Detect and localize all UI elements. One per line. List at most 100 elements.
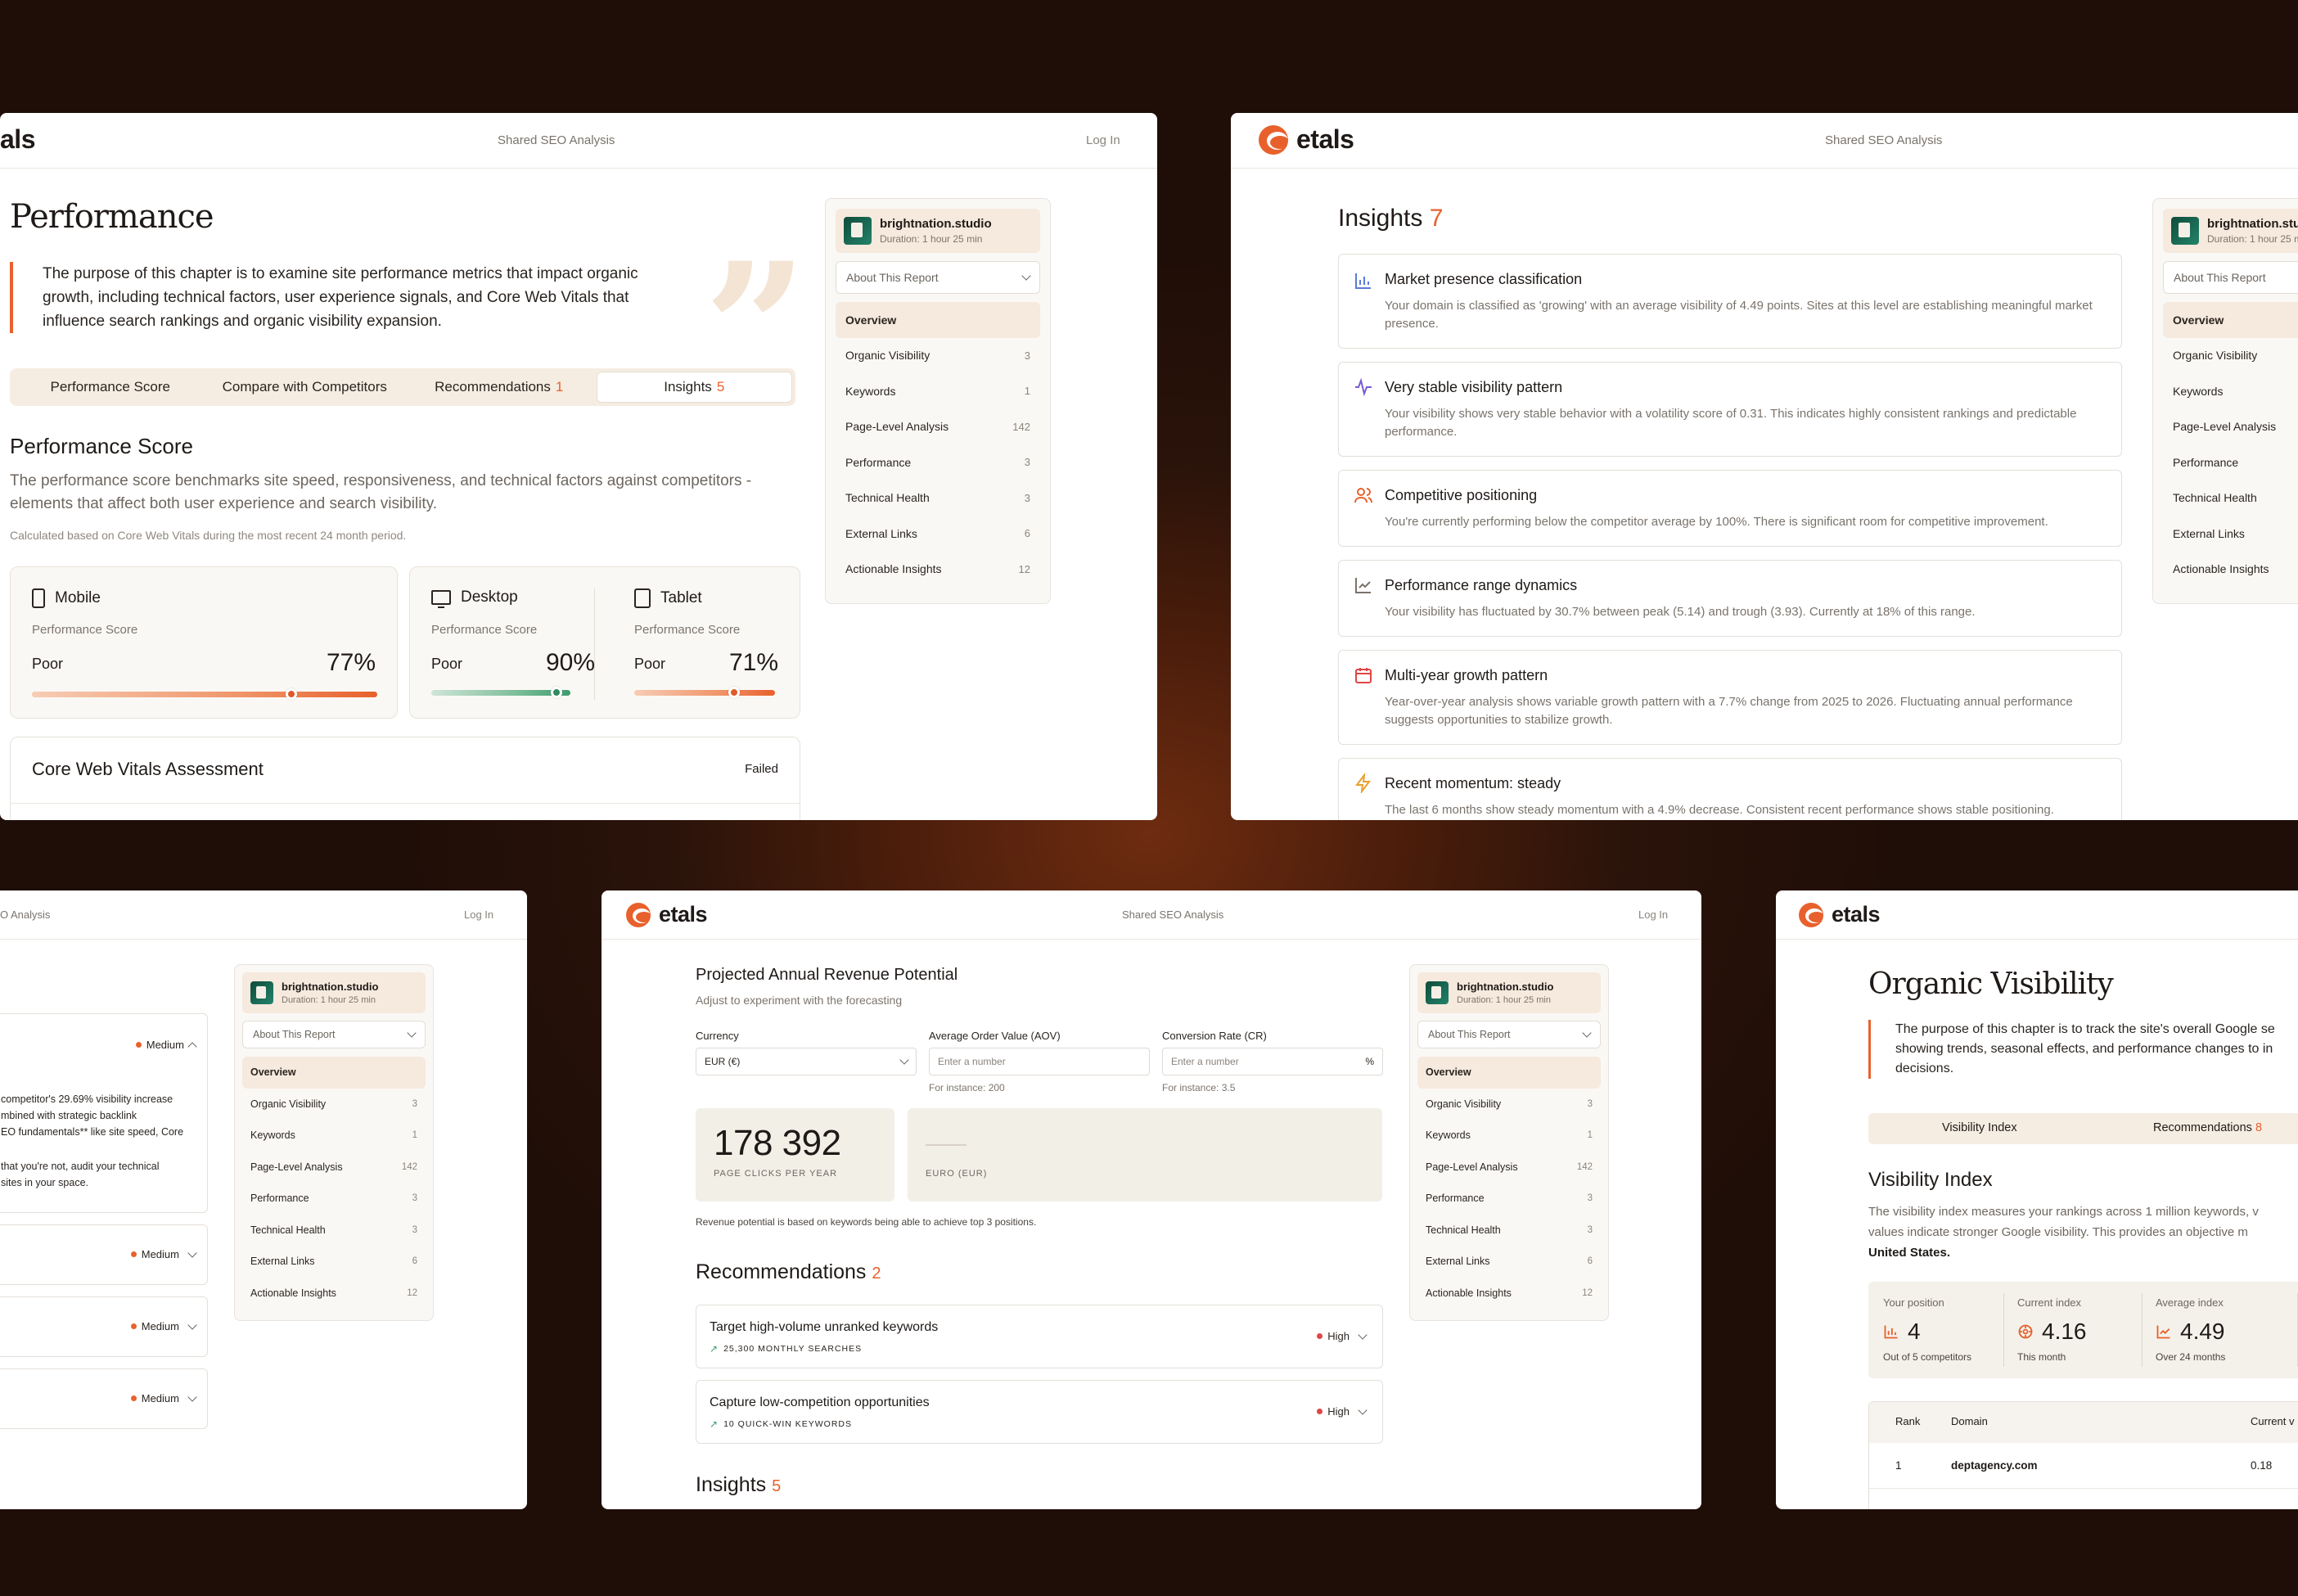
device-rating: Poor	[431, 656, 463, 672]
nav-item-technical-health[interactable]: Technical Health 3	[242, 1215, 426, 1247]
nav-item-actionable-insights[interactable]: Actionable Insights 12	[1417, 1278, 1601, 1310]
cwv-divider	[11, 803, 800, 804]
nav-item-performance[interactable]: Performance 3	[836, 444, 1040, 480]
nav-item-technical-health[interactable]: Technical Health	[2163, 480, 2298, 516]
insight-card[interactable]: Performance range dynamics Your visibili…	[1338, 560, 2122, 637]
site-duration: Duration: 1 hour 25 min	[1457, 995, 1551, 1005]
brand-logo[interactable]: etals	[1799, 902, 1881, 927]
insight-card[interactable]: Very stable visibility pattern Your visi…	[1338, 362, 2122, 457]
nav-item-page-level[interactable]: Page-Level Analysis	[2163, 409, 2298, 445]
site-card[interactable]: brightnation.studio Duration: 1 hour 25 …	[242, 972, 426, 1013]
brand-name: etals	[1832, 902, 1881, 926]
tab-insights[interactable]: Insights 5	[596, 372, 792, 403]
chevron-down-icon	[1021, 271, 1031, 281]
brand-logo[interactable]: etals	[1259, 124, 1354, 155]
nav-item-overview[interactable]: Overview	[1417, 1057, 1601, 1089]
insight-card[interactable]: Market presence classification Your doma…	[1338, 254, 2122, 349]
priority-badge: High	[1317, 1404, 1368, 1418]
table-row[interactable]: 1 deptagency.com 0.18	[1869, 1443, 2298, 1489]
nav-item-performance[interactable]: Performance	[2163, 444, 2298, 480]
nav-item-actionable-insights[interactable]: Actionable Insights 12	[242, 1278, 426, 1310]
recommendation-collapsed[interactable]: Medium	[0, 1368, 208, 1429]
chevron-down-icon[interactable]	[187, 1391, 197, 1402]
tab-recommendations[interactable]: Recommendations 1	[402, 372, 597, 403]
nav-item-actionable-insights[interactable]: Actionable Insights 12	[836, 552, 1040, 588]
device-card-desktop-tablet: Desktop Performance Score Poor 90% Table…	[409, 566, 800, 719]
brand-logo[interactable]: als	[0, 124, 35, 155]
recommendation-card[interactable]: Target high-volume unranked keywords ↗ 25…	[696, 1305, 1383, 1368]
device-rating: Poor	[32, 656, 64, 672]
nav-item-overview[interactable]: Overview	[2163, 302, 2298, 338]
tab-count: 5	[716, 379, 725, 394]
currency-select[interactable]: EUR (€)	[696, 1048, 917, 1075]
recommendation-expanded[interactable]: Medium competitor's 29.69% visibility in…	[0, 1013, 208, 1213]
nav-item-page-level[interactable]: Page-Level Analysis 142	[242, 1152, 426, 1183]
site-card[interactable]: brightnation.stud Duration: 1 hour 25 m	[2163, 209, 2298, 253]
nav-item-organic-visibility[interactable]: Organic Visibility	[2163, 338, 2298, 374]
insight-card[interactable]: Recent momentum: steady The last 6 month…	[1338, 758, 2122, 820]
site-card[interactable]: brightnation.studio Duration: 1 hour 25 …	[836, 209, 1040, 253]
nav-item-page-level[interactable]: Page-Level Analysis 142	[836, 409, 1040, 445]
nav-item-keywords[interactable]: Keywords 1	[242, 1120, 426, 1152]
nav-item-organic-visibility[interactable]: Organic Visibility 3	[836, 338, 1040, 374]
about-report-select[interactable]: About This Report	[242, 1021, 426, 1048]
insight-card[interactable]: Multi-year growth pattern Year-over-year…	[1338, 650, 2122, 745]
nav-item-external-links[interactable]: External Links 6	[1417, 1246, 1601, 1278]
window-organic-visibility: etals Organic Visibility The purpose of …	[1776, 890, 2298, 1509]
insight-card[interactable]: Competitive positioning You're currently…	[1338, 470, 2122, 547]
aov-input[interactable]: Enter a number	[929, 1048, 1150, 1075]
nav-item-overview[interactable]: Overview	[836, 302, 1040, 338]
priority-badge: Medium	[130, 1247, 197, 1260]
nav-item-external-links[interactable]: External Links	[2163, 516, 2298, 552]
logo-icon	[1799, 902, 1823, 927]
revenue-empty-dash	[926, 1144, 967, 1146]
nav-item-technical-health[interactable]: Technical Health 3	[836, 480, 1040, 516]
about-report-select[interactable]: About This Report	[1417, 1021, 1601, 1048]
nav-item-actionable-insights[interactable]: Actionable Insights	[2163, 552, 2298, 588]
cr-input[interactable]: Enter a number%	[1162, 1048, 1383, 1075]
nav-item-page-level[interactable]: Page-Level Analysis 142	[1417, 1152, 1601, 1183]
login-link[interactable]: Log In	[1638, 890, 1668, 940]
login-link[interactable]: Log In	[464, 890, 493, 940]
recommendation-collapsed[interactable]: Medium	[0, 1296, 208, 1357]
tab-compare-competitors[interactable]: Compare with Competitors	[208, 372, 403, 403]
clicks-label: PAGE CLICKS PER YEAR	[714, 1169, 838, 1179]
insight-description: The last 6 months show steady momentum w…	[1385, 803, 2054, 817]
tab-visibility-index[interactable]: Visibility Index	[1942, 1121, 2017, 1134]
login-link[interactable]: Log In	[1086, 113, 1120, 169]
page-title: Organic Visibility	[1868, 967, 2114, 1001]
trend-up-icon: ↗	[710, 1418, 719, 1430]
nav-item-performance[interactable]: Performance 3	[242, 1183, 426, 1215]
chevron-down-icon[interactable]	[187, 1247, 197, 1258]
insight-title: Performance range dynamics	[1385, 577, 1578, 593]
tab-performance-score[interactable]: Performance Score	[13, 372, 208, 403]
tab-recommendations[interactable]: Recommendations 8	[2153, 1121, 2262, 1134]
nav-item-keywords[interactable]: Keywords	[2163, 373, 2298, 409]
brand-logo[interactable]: etals	[626, 902, 708, 927]
nav-item-external-links[interactable]: External Links 6	[836, 516, 1040, 552]
about-report-select[interactable]: About This Report	[2163, 261, 2298, 294]
nav-item-external-links[interactable]: External Links 6	[242, 1246, 426, 1278]
score-bar	[431, 687, 570, 698]
chevron-down-icon[interactable]	[1358, 1329, 1368, 1340]
nav-item-performance[interactable]: Performance 3	[1417, 1183, 1601, 1215]
table-header: Rank Domain Current v	[1869, 1402, 2298, 1443]
device-rating: Poor	[634, 656, 666, 672]
about-report-select[interactable]: About This Report	[836, 261, 1040, 294]
nav-item-technical-health[interactable]: Technical Health 3	[1417, 1215, 1601, 1247]
site-favicon	[2171, 217, 2199, 245]
chevron-down-icon[interactable]	[1358, 1404, 1368, 1415]
bolt-icon	[1355, 773, 1371, 793]
recommendation-card[interactable]: Capture low-competition opportunities ↗ 1…	[696, 1380, 1383, 1444]
score-marker	[285, 688, 297, 700]
chevron-down-icon[interactable]	[187, 1319, 197, 1330]
site-card[interactable]: brightnation.studio Duration: 1 hour 25 …	[1417, 972, 1601, 1013]
nav-item-keywords[interactable]: Keywords 1	[1417, 1120, 1601, 1152]
nav-item-keywords[interactable]: Keywords 1	[836, 373, 1040, 409]
nav-list: Overview Organic Visibility 3 Keywords 1 P…	[242, 1057, 426, 1309]
nav-item-organic-visibility[interactable]: Organic Visibility 3	[1417, 1089, 1601, 1120]
nav-item-overview[interactable]: Overview	[242, 1057, 426, 1089]
nav-item-organic-visibility[interactable]: Organic Visibility 3	[242, 1089, 426, 1120]
chevron-up-icon[interactable]	[187, 1041, 197, 1052]
recommendation-collapsed[interactable]: Medium	[0, 1224, 208, 1285]
